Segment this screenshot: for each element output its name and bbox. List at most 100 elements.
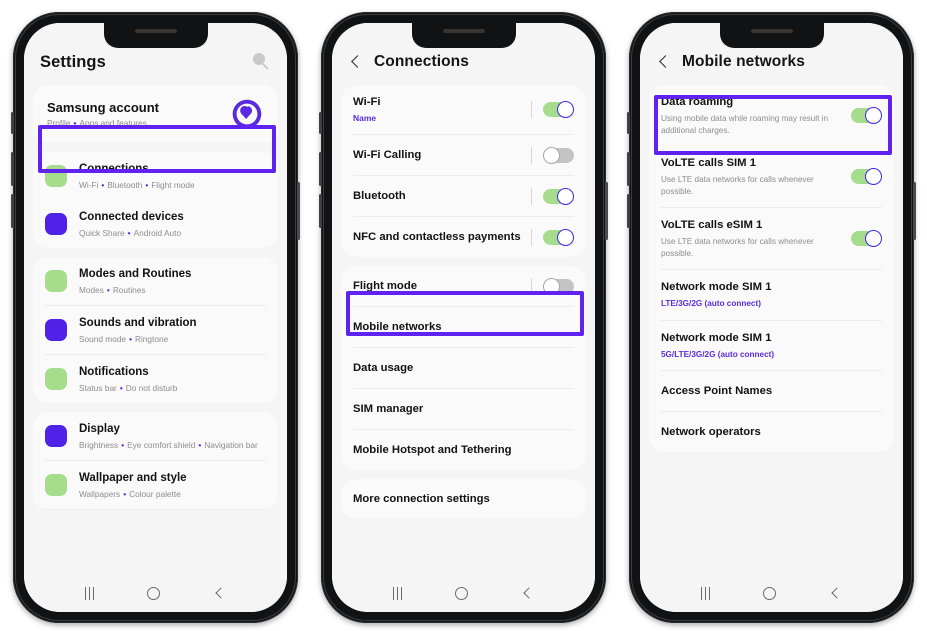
back-icon[interactable] [829, 587, 842, 600]
volume-down-button[interactable] [627, 194, 630, 228]
toggle-divider [531, 277, 532, 295]
power-button[interactable] [913, 182, 916, 240]
row-subtitle: Wallpapers • Colour palette [79, 488, 266, 500]
sub-part: Navigation bar [204, 440, 258, 450]
volte-sim1-toggle[interactable] [851, 168, 882, 185]
power-button[interactable] [297, 182, 300, 240]
back-icon[interactable] [521, 587, 534, 600]
toggle-divider [531, 101, 532, 118]
wallpaper-style-icon [45, 474, 67, 496]
bullet-separator: • [121, 440, 125, 450]
row-title: Bluetooth [353, 189, 406, 202]
sidebar-item-sounds-and-vibration[interactable]: Sounds and vibration Sound mode • Ringtone [33, 306, 278, 354]
sounds-vibration-icon [45, 319, 67, 341]
sub-part: Brightness [79, 440, 119, 450]
list-item-nfc[interactable]: NFC and contactless payments [341, 217, 586, 257]
mute-switch[interactable] [11, 112, 14, 134]
samsung-account-card[interactable]: Samsung account Profile • Apps and feature… [33, 85, 278, 143]
sub-part: Android Auto [133, 228, 182, 238]
row-title: VoLTE calls eSIM 1 [661, 219, 763, 231]
connections-scroll-body[interactable]: Wi-Fi Name Wi-Fi Calling Bluetooth NFC a… [332, 85, 595, 574]
back-icon[interactable] [213, 587, 226, 600]
android-navbar [24, 574, 287, 612]
flight-mode-toggle[interactable] [543, 277, 574, 295]
row-title: Wallpaper and style [79, 472, 187, 484]
list-item-access-point-names[interactable]: Access Point Names [649, 371, 894, 411]
settings-group-1: Connections Wi-Fi • Bluetooth • Flight mode … [33, 152, 278, 248]
list-item-volte-esim1[interactable]: VoLTE calls eSIM 1 Use LTE data networks… [649, 208, 894, 269]
back-arrow-icon[interactable] [348, 54, 364, 70]
nfc-toggle[interactable] [543, 228, 574, 246]
list-item-wifi-calling[interactable]: Wi-Fi Calling [341, 135, 586, 175]
list-item-more-connection-settings[interactable]: More connection settings [341, 479, 586, 519]
recents-icon[interactable] [392, 586, 403, 600]
list-item-bluetooth[interactable]: Bluetooth [341, 176, 586, 216]
samsung-account-subtitle: Profile • Apps and features [47, 118, 230, 128]
samsung-account-row[interactable]: Samsung account Profile • Apps and feature… [33, 85, 278, 143]
row-value: 5G/LTE/3G/2G (auto connect) [661, 349, 775, 359]
account-sub-part-1: Apps and features [79, 118, 147, 128]
row-title: Modes and Routines [79, 268, 192, 280]
search-icon[interactable] [253, 53, 271, 71]
notifications-icon [45, 368, 67, 390]
connections-icon [45, 165, 67, 187]
list-item-network-mode-sim1-b[interactable]: Network mode SIM 1 5G/LTE/3G/2G (auto co… [649, 321, 894, 371]
list-item-data-roaming[interactable]: Data roaming Using mobile data while roa… [649, 85, 894, 146]
row-subtitle: Quick Share • Android Auto [79, 227, 266, 239]
recents-icon[interactable] [84, 586, 95, 600]
power-button[interactable] [605, 182, 608, 240]
list-item-network-operators[interactable]: Network operators [649, 412, 894, 452]
list-item-volte-sim1[interactable]: VoLTE calls SIM 1 Use LTE data networks … [649, 146, 894, 207]
home-icon[interactable] [455, 586, 469, 600]
display-icon [45, 425, 67, 447]
row-subtitle: Using mobile data while roaming may resu… [661, 114, 829, 135]
recents-icon[interactable] [700, 586, 711, 600]
phone-screen-connections: Connections Wi-Fi Name Wi-Fi Calling Blu… [332, 23, 595, 612]
sidebar-item-connections[interactable]: Connections Wi-Fi • Bluetooth • Flight mode [33, 152, 278, 200]
mute-switch[interactable] [319, 112, 322, 134]
bluetooth-toggle[interactable] [543, 187, 574, 205]
row-title: Network mode SIM 1 [661, 281, 772, 293]
bullet-separator: • [106, 285, 110, 295]
wifi-calling-toggle[interactable] [543, 146, 574, 164]
volume-up-button[interactable] [319, 152, 322, 186]
back-arrow-icon[interactable] [656, 54, 672, 70]
row-title: Network operators [661, 425, 761, 438]
volume-down-button[interactable] [319, 194, 322, 228]
volume-down-button[interactable] [11, 194, 14, 228]
row-value: Name [353, 113, 377, 123]
volume-up-button[interactable] [11, 152, 14, 186]
list-item-mobile-hotspot-tethering[interactable]: Mobile Hotspot and Tethering [341, 430, 586, 470]
sub-part: Ringtone [134, 334, 169, 344]
sidebar-item-connected-devices[interactable]: Connected devices Quick Share • Android Au… [33, 200, 278, 248]
volte-esim1-toggle[interactable] [851, 230, 882, 247]
bullet-separator: • [123, 489, 127, 499]
list-item-wifi[interactable]: Wi-Fi Name [341, 85, 586, 134]
toggle-divider [531, 146, 532, 164]
sub-part: Bluetooth [107, 180, 143, 190]
home-icon[interactable] [763, 586, 777, 600]
mobile-networks-scroll-body[interactable]: Data roaming Using mobile data while roa… [640, 85, 903, 574]
wifi-toggle[interactable] [543, 101, 574, 118]
list-item-mobile-networks[interactable]: Mobile networks [341, 307, 586, 347]
earpiece-speaker [134, 29, 177, 33]
page-title: Settings [40, 52, 106, 71]
list-item-data-usage[interactable]: Data usage [341, 348, 586, 388]
sidebar-item-display[interactable]: Display Brightness • Eye comfort shield • Na… [33, 412, 278, 460]
sub-part: Colour palette [129, 489, 181, 499]
data-roaming-toggle[interactable] [851, 107, 882, 124]
list-item-flight-mode[interactable]: Flight mode [341, 266, 586, 306]
mute-switch[interactable] [627, 112, 630, 134]
settings-scroll-body[interactable]: Samsung account Profile • Apps and feature… [24, 85, 287, 574]
row-subtitle: Modes • Routines [79, 284, 266, 296]
row-subtitle: Status bar • Do not disturb [79, 382, 266, 394]
list-item-sim-manager[interactable]: SIM manager [341, 389, 586, 429]
account-sub-part-0: Profile [47, 118, 71, 128]
list-item-network-mode-sim1-a[interactable]: Network mode SIM 1 LTE/3G/2G (auto conne… [649, 270, 894, 320]
sidebar-item-notifications[interactable]: Notifications Status bar • Do not disturb [33, 355, 278, 403]
volume-up-button[interactable] [627, 152, 630, 186]
home-icon[interactable] [147, 586, 161, 600]
sidebar-item-wallpaper-and-style[interactable]: Wallpaper and style Wallpapers • Colour pa… [33, 461, 278, 509]
row-title: Sounds and vibration [79, 317, 197, 329]
sidebar-item-modes-and-routines[interactable]: Modes and Routines Modes • Routines [33, 257, 278, 305]
